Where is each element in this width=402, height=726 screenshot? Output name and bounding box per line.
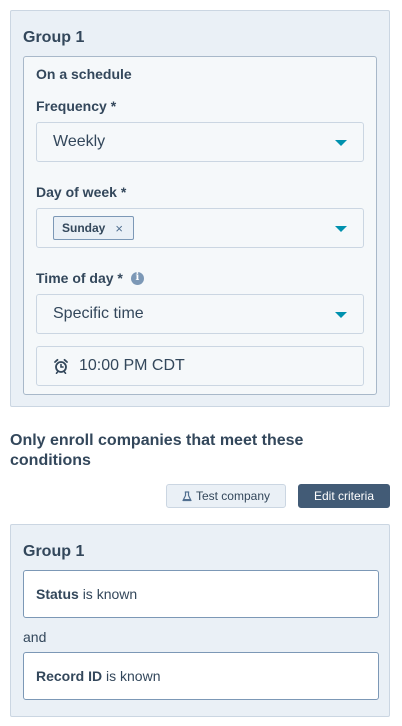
condition-operator: is known (82, 586, 138, 602)
schedule-group-title: Group 1 (23, 29, 85, 46)
time-of-day-label: Time of day * i (36, 270, 144, 286)
frequency-label: Frequency * (36, 98, 116, 114)
edit-criteria-button[interactable]: Edit criteria (298, 484, 390, 508)
condition-status[interactable]: Status is known (23, 570, 379, 618)
chevron-down-icon (335, 312, 347, 318)
flask-icon (182, 490, 192, 501)
condition-joiner: and (23, 629, 47, 645)
criteria-group-title: Group 1 (23, 543, 85, 560)
frequency-select[interactable]: Weekly (36, 122, 364, 162)
time-of-day-value: Specific time (53, 305, 144, 322)
schedule-group-panel: Group 1 On a schedule Frequency * Weekly… (10, 10, 390, 407)
schedule-trigger-title: On a schedule (36, 66, 132, 82)
day-tag-label: Sunday (62, 221, 106, 235)
condition-operator: is known (106, 668, 161, 684)
condition-property: Record ID (36, 668, 103, 684)
info-icon[interactable]: i (130, 271, 144, 285)
condition-record-id[interactable]: Record ID is known (23, 652, 379, 700)
time-value: 10:00 PM CDT (79, 357, 185, 374)
alarm-clock-icon (54, 358, 68, 374)
close-icon[interactable]: × (115, 222, 123, 235)
time-input[interactable]: 10:00 PM CDT (36, 346, 364, 386)
day-of-week-label-text: Day of week * (36, 184, 127, 200)
schedule-trigger-box: On a schedule Frequency * Weekly Day of … (23, 56, 377, 395)
test-company-button[interactable]: Test company (166, 484, 286, 508)
frequency-label-text: Frequency * (36, 98, 117, 114)
frequency-value: Weekly (53, 133, 106, 150)
condition-property: Status (36, 586, 79, 602)
test-company-label: Test company (195, 489, 271, 503)
day-of-week-select[interactable]: Sunday × (36, 208, 364, 248)
time-of-day-label-text: Time of day * (36, 270, 123, 286)
chevron-down-icon (335, 226, 347, 232)
time-of-day-select[interactable]: Specific time (36, 294, 364, 334)
criteria-group-panel: Group 1 Status is known and Record ID is… (10, 524, 390, 717)
chevron-down-icon (335, 140, 347, 146)
day-of-week-label: Day of week * (36, 184, 126, 200)
enroll-heading: Only enroll companies that meet these co… (10, 432, 304, 469)
edit-criteria-label: Edit criteria (313, 489, 375, 503)
day-tag-sunday: Sunday × (53, 216, 134, 240)
